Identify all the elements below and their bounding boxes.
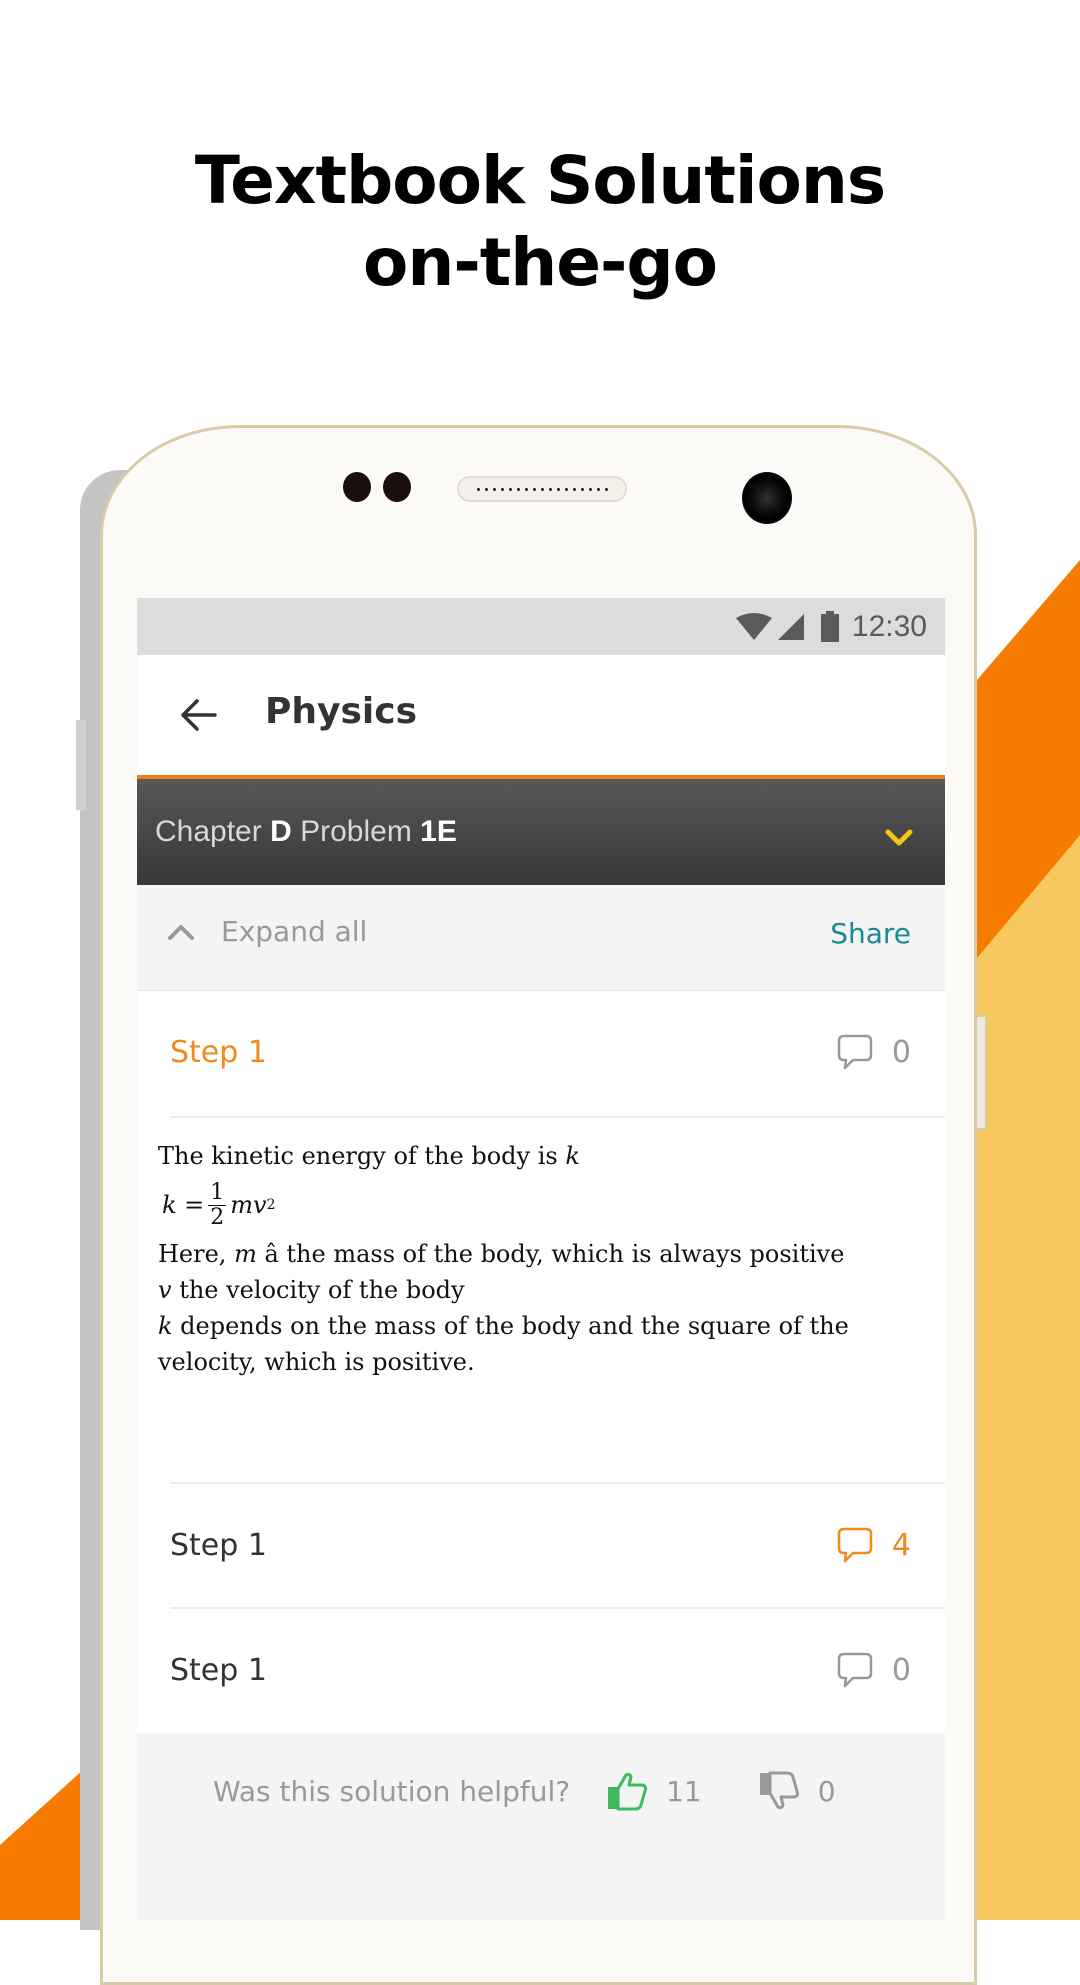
step-header[interactable]: Step 1 0 — [137, 991, 945, 1116]
app-bar: Physics — [137, 655, 945, 775]
step-label: Step 1 — [170, 1653, 267, 1688]
comment-count: 0 — [891, 1652, 911, 1688]
chevron-down-icon[interactable] — [885, 829, 913, 847]
headline: Textbook Solutions on-the-go — [0, 140, 1080, 304]
step-label: Step 1 — [170, 1528, 267, 1563]
divider — [170, 1116, 945, 1118]
comment-icon — [837, 1527, 873, 1563]
expand-all-label: Expand all — [221, 915, 368, 948]
wifi-icon — [735, 613, 772, 640]
bg-yellow-shape-right — [977, 835, 1080, 1920]
page-title: Physics — [265, 691, 418, 732]
feedback-footer: Was this solution helpful? 11 0 — [137, 1733, 945, 1920]
front-camera — [742, 472, 792, 524]
arrow-left-icon[interactable] — [179, 695, 219, 735]
problem-value: 1E — [420, 815, 457, 848]
comment-count: 0 — [891, 1034, 911, 1070]
upvote-button[interactable]: 11 — [606, 1771, 702, 1811]
phone-screen: 12:30 Physics Chapter D Problem 1E Expan… — [137, 598, 945, 1920]
expand-all-button[interactable]: Expand all — [167, 915, 367, 948]
downvote-button[interactable]: 0 — [758, 1771, 836, 1811]
comment-count: 4 — [891, 1527, 911, 1563]
status-bar: 12:30 — [137, 598, 945, 655]
battery-icon — [820, 611, 839, 642]
comment-icon — [837, 1034, 873, 1070]
chapter-problem-label: Chapter D Problem 1E — [155, 815, 457, 849]
thumbs-down-icon — [759, 1771, 799, 1810]
downvote-count: 0 — [817, 1774, 836, 1808]
thumbs-up-icon — [608, 1772, 648, 1811]
headline-line-1: Textbook Solutions — [194, 142, 886, 219]
step-header[interactable]: Step 1 0 — [137, 1609, 945, 1734]
earpiece-speaker — [457, 476, 627, 502]
share-button[interactable]: Share — [830, 917, 911, 950]
headline-line-2: on-the-go — [363, 224, 718, 301]
light-sensor — [383, 472, 411, 502]
step-header[interactable]: Step 1 4 — [137, 1484, 945, 1609]
content-line: The kinetic energy of the body is k — [158, 1142, 580, 1170]
step-comments[interactable]: 0 — [836, 1651, 911, 1689]
kinetic-energy-formula: k = 12 mv 2 — [162, 1179, 276, 1230]
step-content: The kinetic energy of the body is k k = … — [158, 1138, 918, 1380]
step-comments[interactable]: 4 — [836, 1526, 911, 1564]
signal-icon — [777, 614, 804, 640]
comment-icon — [837, 1652, 873, 1688]
chapter-value: D — [270, 815, 292, 848]
step-label: Step 1 — [170, 1035, 267, 1070]
chapter-label: Chapter — [155, 815, 262, 848]
phone-power-button — [975, 1015, 987, 1130]
chevron-up-icon — [168, 924, 194, 940]
solution-toolbar: Expand all Share — [137, 885, 945, 991]
helpful-prompt: Was this solution helpful? 11 0 — [213, 1771, 836, 1811]
proximity-sensor — [343, 472, 371, 502]
content-line: k depends on the mass of the body and th… — [158, 1312, 849, 1376]
step-comments[interactable]: 0 — [836, 1033, 911, 1071]
upvote-count: 11 — [666, 1774, 702, 1808]
chapter-problem-selector[interactable]: Chapter D Problem 1E — [137, 779, 945, 885]
status-time: 12:30 — [851, 610, 927, 643]
problem-label: Problem — [300, 815, 412, 848]
content-line: v the velocity of the body — [158, 1276, 465, 1304]
helpful-question: Was this solution helpful? — [213, 1774, 571, 1808]
phone-volume-button — [76, 720, 86, 810]
content-line: Here, m â the mass of the body, which is… — [158, 1240, 845, 1268]
